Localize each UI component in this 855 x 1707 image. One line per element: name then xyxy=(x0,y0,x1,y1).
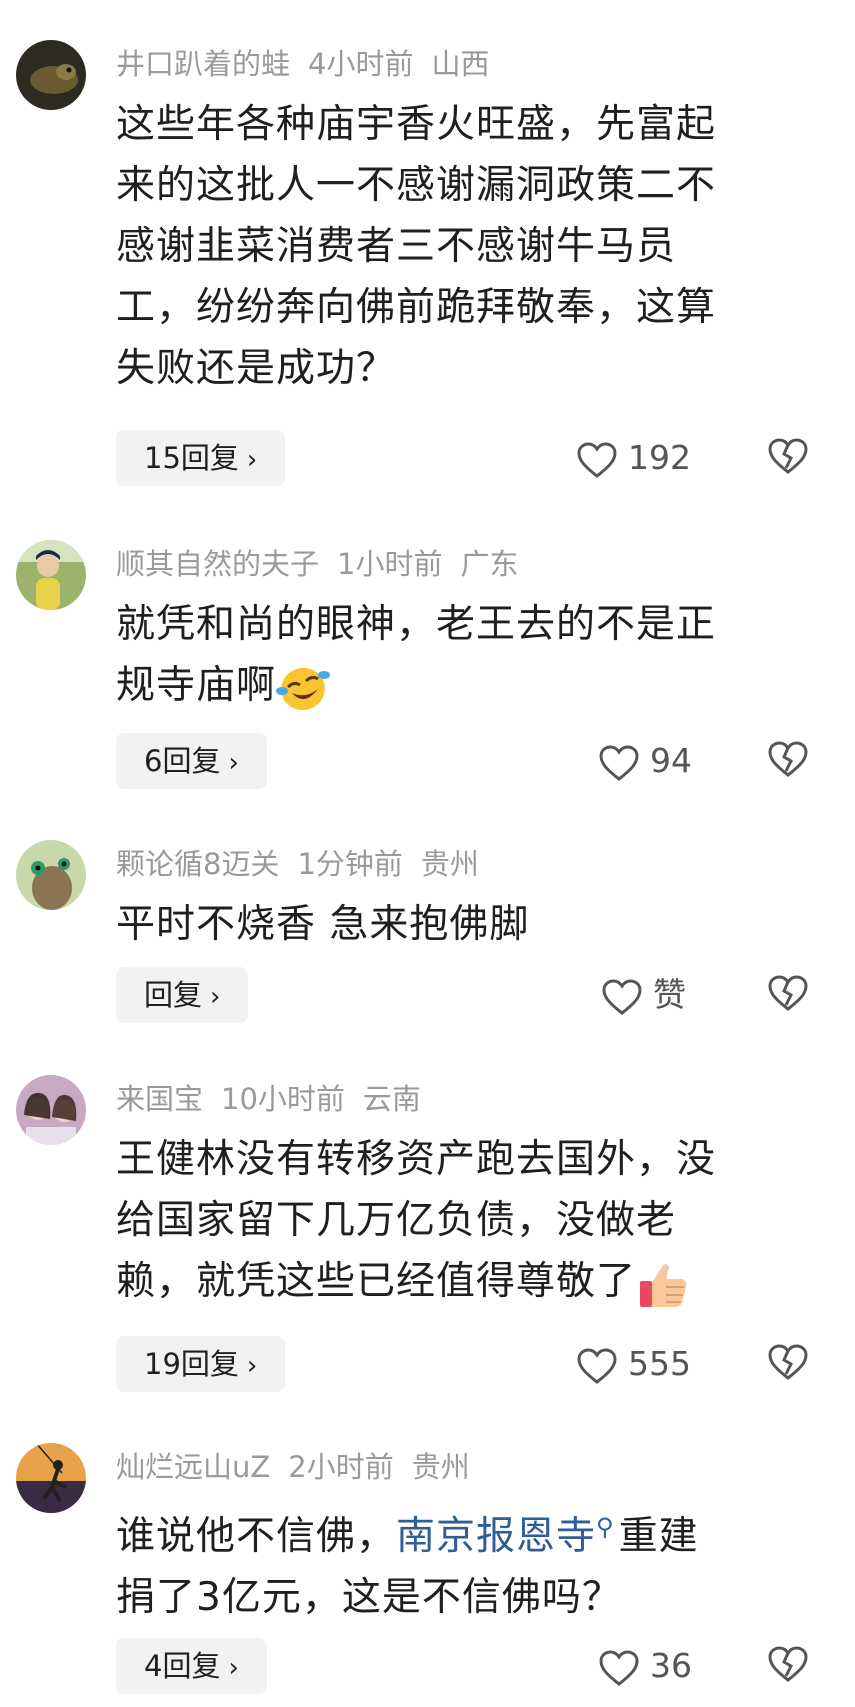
location: 贵州 xyxy=(420,847,479,881)
comment-text-line: 来的这批人一不感谢漏洞政策二不 xyxy=(116,163,717,208)
user-avatar[interactable] xyxy=(16,1075,86,1145)
comment-text-segment: 规寺庙啊 xyxy=(116,663,277,708)
comment-text-line: 谁说他不信佛，南京报恩寺⚲ 重建 xyxy=(116,1497,806,1567)
comment-meta: 井口趴着的蛙 4小时前 山西 xyxy=(116,42,507,86)
comment-meta: 来国宝 10小时前 云南 xyxy=(116,1077,439,1121)
reply-button[interactable]: 19回复 › xyxy=(116,1336,286,1392)
comment-text-line: 平时不烧香 急来抱佛脚 xyxy=(116,902,530,947)
location: 广东 xyxy=(460,547,519,581)
broken-heart-icon[interactable] xyxy=(766,739,810,783)
username[interactable]: 灿烂远山uZ xyxy=(116,1450,270,1484)
username[interactable]: 井口趴着的蛙 xyxy=(116,47,290,81)
chevron-right-icon: › xyxy=(228,748,239,778)
broken-heart-icon[interactable] xyxy=(766,436,810,480)
comment-text: 谁说他不信佛，南京报恩寺⚲ 重建 捐了3亿元，这是不信佛吗？ xyxy=(116,1497,806,1628)
like-button[interactable]: 555 xyxy=(576,1339,691,1389)
topic-link[interactable]: 南京报恩寺 xyxy=(396,1514,596,1559)
like-button[interactable]: 36 xyxy=(598,1641,692,1691)
comment-text-line: 王健林没有转移资产跑去国外，没 xyxy=(116,1137,717,1182)
like-count: 555 xyxy=(628,1344,691,1383)
user-avatar[interactable] xyxy=(16,540,86,610)
comment-meta: 灿烂远山uZ 2小时前 贵州 xyxy=(116,1445,488,1489)
comment-text-line: 就凭和尚的眼神，老王去的不是正 xyxy=(116,602,717,647)
user-avatar[interactable] xyxy=(16,1443,86,1513)
location: 贵州 xyxy=(411,1450,470,1484)
comment-text: 这些年各种庙宇香火旺盛，先富起 来的这批人一不感谢漏洞政策二不 感谢韭菜消费者三… xyxy=(116,94,806,399)
heart-outline-icon xyxy=(577,1347,617,1384)
username[interactable]: 颗论循8迈关 xyxy=(116,847,279,881)
broken-heart-icon[interactable] xyxy=(766,1342,810,1386)
location: 山西 xyxy=(431,47,490,81)
reply-label: 4回复 xyxy=(144,1649,221,1683)
search-icon[interactable]: ⚲ xyxy=(596,1513,615,1541)
comment-text: 平时不烧香 急来抱佛脚 xyxy=(116,894,806,955)
user-avatar[interactable] xyxy=(16,40,86,110)
heart-outline-icon xyxy=(602,978,642,1015)
reply-button[interactable]: 回复 › xyxy=(116,967,249,1023)
like-count: 192 xyxy=(628,438,691,477)
chevron-right-icon: › xyxy=(246,445,258,475)
timestamp: 4小时前 xyxy=(308,47,414,81)
laughing-crying-emoji xyxy=(276,667,331,710)
like-button[interactable]: 94 xyxy=(598,736,692,786)
like-button[interactable]: 赞 xyxy=(601,970,686,1020)
comment-text-line: 赖，就凭这些已经值得尊敬了 xyxy=(116,1251,806,1312)
broken-heart-icon[interactable] xyxy=(766,973,810,1017)
location: 云南 xyxy=(362,1082,421,1116)
reply-label: 19回复 xyxy=(144,1347,239,1381)
like-count: 赞 xyxy=(653,975,686,1014)
chevron-right-icon: › xyxy=(246,1351,258,1381)
comment-text-line: 这些年各种庙宇香火旺盛，先富起 xyxy=(116,102,717,147)
timestamp: 2小时前 xyxy=(288,1450,394,1484)
username[interactable]: 来国宝 xyxy=(116,1082,203,1116)
thumbs-up-emoji xyxy=(640,1263,687,1307)
timestamp: 10小时前 xyxy=(221,1082,345,1116)
timestamp: 1小时前 xyxy=(337,547,443,581)
comment-text: 就凭和尚的眼神，老王去的不是正 规寺庙啊 xyxy=(116,594,806,716)
comment-item: 井口趴着的蛙 4小时前 山西 这些年各种庙宇香火旺盛，先富起 来的这批人一不感谢漏洞… xyxy=(0,0,855,486)
like-count: 36 xyxy=(650,1646,692,1685)
user-avatar[interactable] xyxy=(16,840,86,910)
comment-text-segment: 谁说他不信佛， xyxy=(116,1514,397,1559)
like-count: 94 xyxy=(650,741,692,780)
comment-text: 王健林没有转移资产跑去国外，没 给国家留下几万亿负债，没做老 赖，就凭这些已经值… xyxy=(116,1129,806,1312)
chevron-right-icon: › xyxy=(228,1653,239,1683)
reply-label: 6回复 xyxy=(144,744,221,778)
reply-label: 15回复 xyxy=(144,441,239,475)
comment-text-line: 工，纷纷奔向佛前跪拜敬奉，这算 xyxy=(116,285,717,330)
reply-button[interactable]: 6回复 › xyxy=(116,733,267,789)
timestamp: 1分钟前 xyxy=(297,847,403,881)
reply-button[interactable]: 15回复 › xyxy=(116,430,286,486)
heart-outline-icon xyxy=(577,441,617,478)
comment-meta: 颗论循8迈关 1分钟前 贵州 xyxy=(116,842,497,886)
comment-text-line: 感谢韭菜消费者三不感谢牛马员 xyxy=(116,224,677,269)
reply-button[interactable]: 4回复 › xyxy=(116,1638,267,1694)
comment-text-line: 失败还是成功？ xyxy=(116,346,397,391)
broken-heart-icon[interactable] xyxy=(766,1644,810,1688)
comment-text-line: 捐了3亿元，这是不信佛吗？ xyxy=(116,1575,622,1620)
comment-text-segment: 重建 xyxy=(618,1514,699,1559)
reply-label: 回复 xyxy=(144,978,203,1012)
comment-text-line: 给国家留下几万亿负债，没做老 xyxy=(116,1198,677,1243)
heart-outline-icon xyxy=(599,744,639,781)
username[interactable]: 顺其自然的夫子 xyxy=(116,547,319,581)
comment-text-segment: 赖，就凭这些已经值得尊敬了 xyxy=(116,1259,637,1304)
comment-text-line: 规寺庙啊 xyxy=(116,655,806,716)
like-button[interactable]: 192 xyxy=(576,433,691,483)
comment-meta: 顺其自然的夫子 1小时前 广东 xyxy=(116,542,536,586)
chevron-right-icon: › xyxy=(210,982,221,1012)
heart-outline-icon xyxy=(599,1649,639,1686)
